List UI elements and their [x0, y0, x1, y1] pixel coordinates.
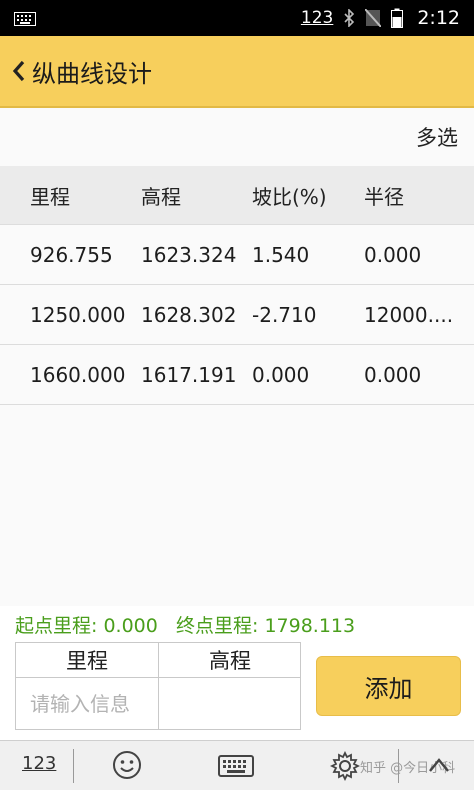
column-header-elevation: 高程 — [141, 184, 181, 209]
mileage-input[interactable] — [16, 678, 156, 729]
curve-list-panel: 多选 里程 高程 坡比(%) 半径 926.755 1623.324 1.540… — [0, 108, 474, 606]
row-elevation: 1628.302 — [141, 302, 237, 327]
battery-icon — [391, 8, 404, 28]
toolbar-divider — [398, 749, 399, 783]
row-grade: -2.710 — [252, 302, 317, 327]
row-mileage: 1250.000 — [30, 302, 126, 327]
gear-icon[interactable] — [329, 750, 361, 785]
input-grid: 里程 高程 — [15, 642, 301, 730]
row-elevation: 1623.324 — [141, 242, 237, 267]
table-row[interactable]: 926.755 1623.324 1.540 0.000 — [0, 225, 474, 285]
page-title: 纵曲线设计 — [32, 60, 152, 88]
no-sim-icon — [365, 9, 382, 27]
input-label-elevation: 高程 — [209, 649, 251, 673]
column-header-radius: 半径 — [364, 184, 404, 209]
row-radius: 0.000 — [364, 242, 422, 267]
keyboard-icon — [14, 11, 36, 30]
row-grade: 0.000 — [252, 362, 310, 387]
row-mileage: 926.755 — [30, 242, 113, 267]
row-elevation: 1617.191 — [141, 362, 237, 387]
bluetooth-icon — [343, 9, 355, 27]
input-area: 里程 高程 添加 — [0, 640, 474, 740]
table-row[interactable]: 1660.000 1617.191 0.000 0.000 — [0, 345, 474, 405]
table-row[interactable]: 1250.000 1628.302 -2.710 12000.... — [0, 285, 474, 345]
column-header-mileage: 里程 — [30, 184, 70, 209]
start-mileage: 起点里程: 0.000 — [15, 615, 158, 637]
multi-select-button[interactable]: 多选 — [416, 122, 458, 152]
range-info: 起点里程: 0.000 终点里程: 1798.113 — [0, 606, 474, 640]
row-radius: 12000.... — [364, 302, 454, 327]
row-mileage: 1660.000 — [30, 362, 126, 387]
table-header: 里程 高程 坡比(%) 半径 — [0, 166, 474, 225]
end-mileage: 终点里程: 1798.113 — [176, 615, 356, 637]
row-grade: 1.540 — [252, 242, 310, 267]
keyboard-icon[interactable] — [218, 755, 254, 781]
status-bar: 123 2:12 — [0, 0, 474, 36]
app-bar: 纵曲线设计 — [0, 36, 474, 108]
elevation-input[interactable] — [159, 678, 299, 729]
keyboard-toolbar: 123 知乎 @今日小科 — [0, 740, 474, 790]
input-label-mileage: 里程 — [66, 649, 108, 673]
clock: 2:12 — [417, 7, 460, 29]
row-radius: 0.000 — [364, 362, 422, 387]
numeric-keyboard-button[interactable]: 123 — [22, 753, 56, 774]
input-method-indicator: 123 — [300, 8, 334, 28]
chevron-up-icon[interactable] — [427, 755, 451, 779]
emoji-icon[interactable] — [112, 750, 142, 784]
toolbar-divider — [73, 749, 74, 783]
add-button[interactable]: 添加 — [316, 656, 461, 716]
chevron-left-icon[interactable] — [6, 56, 30, 86]
column-header-grade: 坡比(%) — [252, 184, 327, 209]
